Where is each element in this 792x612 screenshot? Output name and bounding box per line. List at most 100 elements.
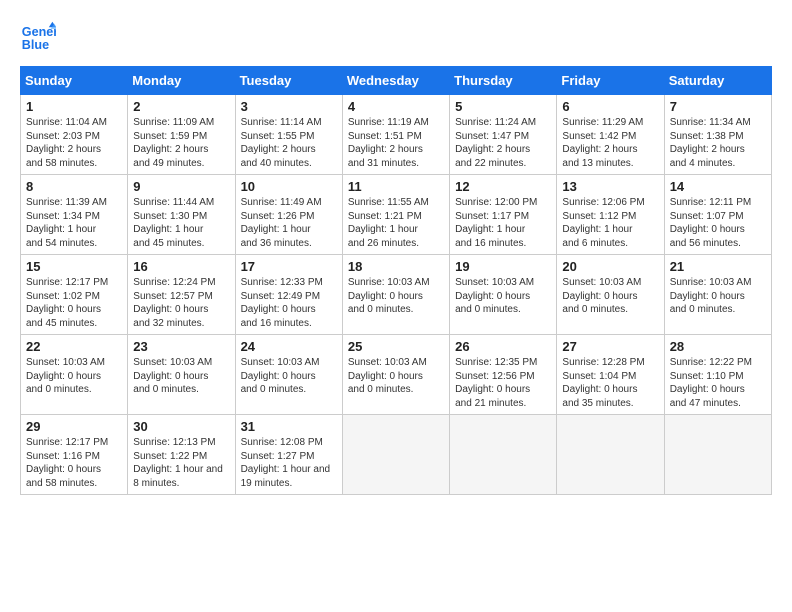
day-info: Sunrise: 11:24 AM Sunset: 1:47 PM Daylig…: [455, 116, 551, 170]
calendar-cell: 6Sunrise: 11:29 AM Sunset: 1:42 PM Dayli…: [557, 95, 664, 175]
day-number: 19: [455, 259, 551, 274]
calendar-week-5: 29 Sunrise: 12:17 PM Sunset: 1:16 PM Dayl…: [21, 415, 772, 495]
day-number: 15: [26, 259, 122, 274]
day-number: 8: [26, 179, 122, 194]
calendar-cell: 12 Sunrise: 12:00 PM Sunset: 1:17 PM Dayl…: [450, 175, 557, 255]
day-info: Sunrise: 11:44 AM Sunset: 1:30 PM Daylig…: [133, 196, 229, 250]
page-header: General Blue: [20, 20, 772, 56]
day-number: 18: [348, 259, 444, 274]
day-info: Sunrise: 12:35 PM Sunset: 12:56 PM Dayli…: [455, 356, 551, 410]
calendar-cell: 15 Sunrise: 12:17 PM Sunset: 1:02 PM Dayl…: [21, 255, 128, 335]
calendar-week-4: 22 Sunset: 10:03 AM Daylight: 0 hours and…: [21, 335, 772, 415]
day-number: 22: [26, 339, 122, 354]
day-info: Sunrise: 11:14 AM Sunset: 1:55 PM Daylig…: [241, 116, 337, 170]
day-number: 9: [133, 179, 229, 194]
calendar-cell: 5Sunrise: 11:24 AM Sunset: 1:47 PM Dayli…: [450, 95, 557, 175]
day-info: Sunrise: 11:34 AM Sunset: 1:38 PM Daylig…: [670, 116, 766, 170]
calendar-cell: 9 Sunrise: 11:44 AM Sunset: 1:30 PM Dayli…: [128, 175, 235, 255]
calendar-cell: 21 Sunrise: 10:03 AM Daylight: 0 hours an…: [664, 255, 771, 335]
day-number: 14: [670, 179, 766, 194]
day-info: Sunrise: 11:55 AM Sunset: 1:21 PM Daylig…: [348, 196, 444, 250]
calendar-header-row: SundayMondayTuesdayWednesdayThursdayFrid…: [21, 67, 772, 95]
day-number: 7: [670, 99, 766, 114]
calendar-cell: 17 Sunrise: 12:33 PM Sunset: 12:49 PM Day…: [235, 255, 342, 335]
day-info: Sunset: 10:03 AM Daylight: 0 hours and 0…: [241, 356, 337, 397]
calendar-body: 1Sunrise: 11:04 AM Sunset: 2:03 PM Dayli…: [21, 95, 772, 495]
calendar-cell: 29 Sunrise: 12:17 PM Sunset: 1:16 PM Dayl…: [21, 415, 128, 495]
day-info: Sunrise: 12:24 PM Sunset: 12:57 PM Dayli…: [133, 276, 229, 330]
calendar-cell: 24 Sunset: 10:03 AM Daylight: 0 hours and…: [235, 335, 342, 415]
day-number: 1: [26, 99, 122, 114]
calendar-header-thursday: Thursday: [450, 67, 557, 95]
calendar-cell: 1Sunrise: 11:04 AM Sunset: 2:03 PM Dayli…: [21, 95, 128, 175]
calendar-cell: 11 Sunrise: 11:55 AM Sunset: 1:21 PM Dayl…: [342, 175, 449, 255]
calendar-table: SundayMondayTuesdayWednesdayThursdayFrid…: [20, 66, 772, 495]
calendar-cell: 27 Sunrise: 12:28 PM Sunset: 1:04 PM Dayl…: [557, 335, 664, 415]
day-number: 6: [562, 99, 658, 114]
day-info: Sunrise: 12:13 PM Sunset: 1:22 PM Daylig…: [133, 436, 229, 490]
calendar-header-sunday: Sunday: [21, 67, 128, 95]
day-info: Sunset: 10:03 AM Daylight: 0 hours and 0…: [455, 276, 551, 317]
calendar-cell: 7 Sunrise: 11:34 AM Sunset: 1:38 PM Dayli…: [664, 95, 771, 175]
calendar-cell: 4 Sunrise: 11:19 AM Sunset: 1:51 PM Dayli…: [342, 95, 449, 175]
day-number: 17: [241, 259, 337, 274]
calendar-cell: 10 Sunrise: 11:49 AM Sunset: 1:26 PM Dayl…: [235, 175, 342, 255]
calendar-cell: 26 Sunrise: 12:35 PM Sunset: 12:56 PM Day…: [450, 335, 557, 415]
logo: General Blue: [20, 20, 56, 56]
day-info: Sunrise: 12:17 PM Sunset: 1:02 PM Daylig…: [26, 276, 122, 330]
calendar-cell: 28 Sunrise: 12:22 PM Sunset: 1:10 PM Dayl…: [664, 335, 771, 415]
calendar-header-tuesday: Tuesday: [235, 67, 342, 95]
day-info: Sunrise: 12:11 PM Sunset: 1:07 PM Daylig…: [670, 196, 766, 250]
calendar-header-monday: Monday: [128, 67, 235, 95]
day-number: 10: [241, 179, 337, 194]
day-number: 29: [26, 419, 122, 434]
day-number: 4: [348, 99, 444, 114]
day-number: 13: [562, 179, 658, 194]
calendar-cell: 30 Sunrise: 12:13 PM Sunset: 1:22 PM Dayl…: [128, 415, 235, 495]
calendar-cell: 14 Sunrise: 12:11 PM Sunset: 1:07 PM Dayl…: [664, 175, 771, 255]
day-info: Sunrise: 11:49 AM Sunset: 1:26 PM Daylig…: [241, 196, 337, 250]
day-info: Sunrise: 12:33 PM Sunset: 12:49 PM Dayli…: [241, 276, 337, 330]
day-info: Sunrise: 12:00 PM Sunset: 1:17 PM Daylig…: [455, 196, 551, 250]
svg-text:Blue: Blue: [22, 38, 49, 52]
day-info: Sunset: 10:03 AM Daylight: 0 hours and 0…: [133, 356, 229, 397]
day-info: Sunrise: 11:39 AM Sunset: 1:34 PM Daylig…: [26, 196, 122, 250]
day-info: Sunrise: 10:03 AM Daylight: 0 hours and …: [670, 276, 766, 317]
calendar-cell: 2Sunrise: 11:09 AM Sunset: 1:59 PM Dayli…: [128, 95, 235, 175]
calendar-cell: 31Sunrise: 12:08 PM Sunset: 1:27 PM Dayl…: [235, 415, 342, 495]
calendar-cell: 13 Sunrise: 12:06 PM Sunset: 1:12 PM Dayl…: [557, 175, 664, 255]
day-info: Sunset: 10:03 AM Daylight: 0 hours and 0…: [562, 276, 658, 317]
calendar-cell: [557, 415, 664, 495]
day-info: Sunrise: 12:28 PM Sunset: 1:04 PM Daylig…: [562, 356, 658, 410]
calendar-week-3: 15 Sunrise: 12:17 PM Sunset: 1:02 PM Dayl…: [21, 255, 772, 335]
calendar-cell: [664, 415, 771, 495]
day-number: 23: [133, 339, 229, 354]
calendar-header-wednesday: Wednesday: [342, 67, 449, 95]
day-number: 21: [670, 259, 766, 274]
day-info: Sunrise: 12:17 PM Sunset: 1:16 PM Daylig…: [26, 436, 122, 490]
day-info: Sunrise: 11:19 AM Sunset: 1:51 PM Daylig…: [348, 116, 444, 170]
calendar-cell: 19 Sunset: 10:03 AM Daylight: 0 hours and…: [450, 255, 557, 335]
day-number: 27: [562, 339, 658, 354]
day-number: 28: [670, 339, 766, 354]
calendar-cell: 3 Sunrise: 11:14 AM Sunset: 1:55 PM Dayli…: [235, 95, 342, 175]
day-number: 11: [348, 179, 444, 194]
day-info: Sunrise: 12:06 PM Sunset: 1:12 PM Daylig…: [562, 196, 658, 250]
day-number: 24: [241, 339, 337, 354]
calendar-cell: 22Sunset: 10:03 AM Daylight: 0 hours and…: [21, 335, 128, 415]
day-number: 16: [133, 259, 229, 274]
day-number: 30: [133, 419, 229, 434]
calendar-header-saturday: Saturday: [664, 67, 771, 95]
day-info: Sunrise: 11:09 AM Sunset: 1:59 PM Daylig…: [133, 116, 229, 170]
day-number: 26: [455, 339, 551, 354]
day-number: 31: [241, 419, 337, 434]
calendar-cell: 16 Sunrise: 12:24 PM Sunset: 12:57 PM Day…: [128, 255, 235, 335]
calendar-cell: [342, 415, 449, 495]
day-info: Sunrise: 12:22 PM Sunset: 1:10 PM Daylig…: [670, 356, 766, 410]
day-number: 12: [455, 179, 551, 194]
day-number: 3: [241, 99, 337, 114]
calendar-cell: 8 Sunrise: 11:39 AM Sunset: 1:34 PM Dayli…: [21, 175, 128, 255]
calendar-header-friday: Friday: [557, 67, 664, 95]
day-info: Sunset: 10:03 AM Daylight: 0 hours and 0…: [348, 356, 444, 397]
calendar-week-1: 1Sunrise: 11:04 AM Sunset: 2:03 PM Dayli…: [21, 95, 772, 175]
